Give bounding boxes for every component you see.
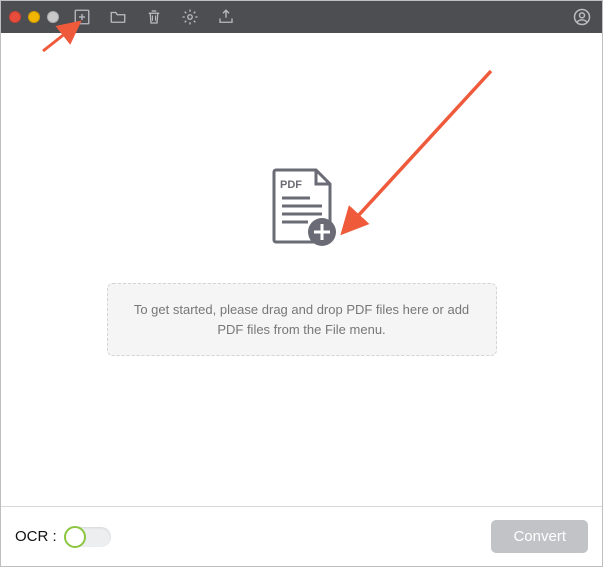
bottom-bar: OCR : Convert	[1, 506, 602, 566]
ocr-label: OCR :	[15, 528, 57, 545]
add-file-icon[interactable]	[73, 8, 91, 26]
window-minimize-button[interactable]	[28, 11, 40, 23]
toolbar	[73, 8, 235, 26]
ocr-toggle[interactable]	[65, 527, 111, 547]
plus-badge-icon	[308, 218, 336, 246]
gear-icon[interactable]	[181, 8, 199, 26]
pdf-badge-label: PDF	[280, 179, 302, 191]
pdf-add-icon: PDF	[260, 164, 344, 257]
drop-zone-content: PDF To get started, please drag and drop…	[107, 164, 497, 356]
window-maximize-button[interactable]	[47, 11, 59, 23]
trash-icon[interactable]	[145, 8, 163, 26]
folder-icon[interactable]	[109, 8, 127, 26]
account-icon[interactable]	[572, 7, 592, 27]
ocr-toggle-knob	[64, 526, 86, 548]
titlebar	[1, 1, 602, 33]
window-close-button[interactable]	[9, 11, 21, 23]
drop-zone[interactable]: PDF To get started, please drag and drop…	[1, 33, 602, 506]
export-icon[interactable]	[217, 8, 235, 26]
convert-button[interactable]: Convert	[491, 520, 588, 553]
window-controls	[9, 11, 59, 23]
drop-zone-message: To get started, please drag and drop PDF…	[107, 283, 497, 356]
